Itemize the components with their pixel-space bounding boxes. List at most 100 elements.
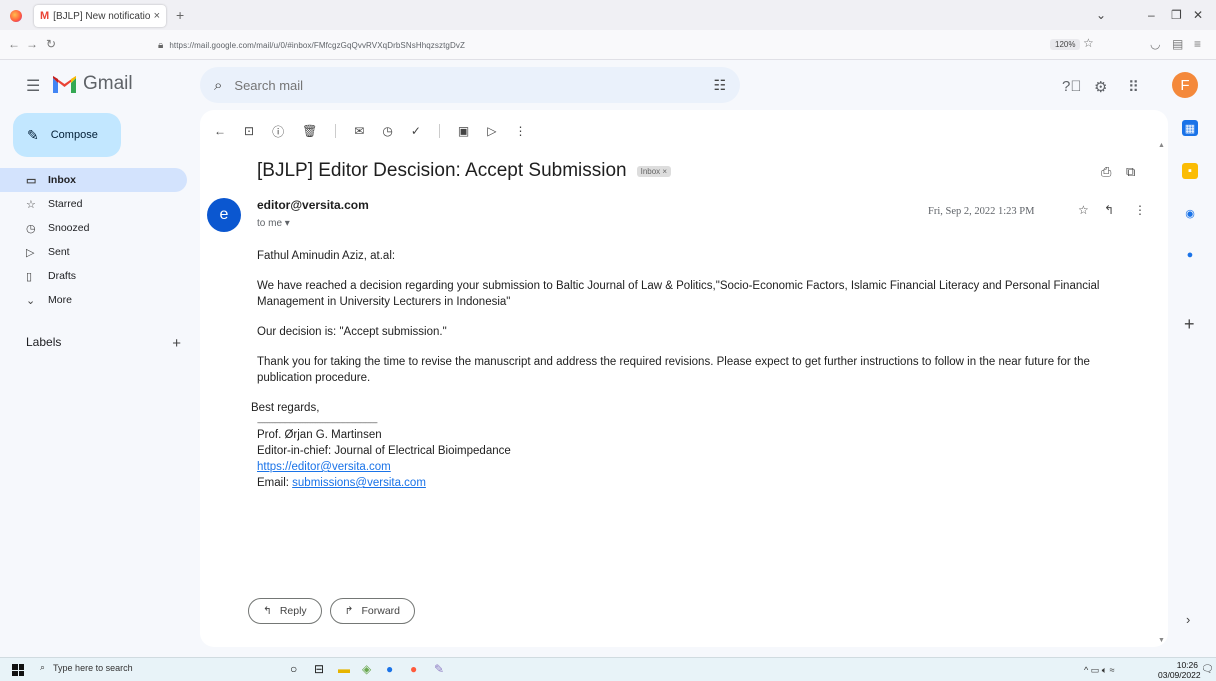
extensions-icon[interactable]: ▤ [1172, 37, 1183, 51]
signature-email-link[interactable]: submissions@versita.com [292, 477, 426, 489]
gmail-logo[interactable]: Gmail [52, 73, 133, 95]
label-tag-icon[interactable]: ▷ [487, 124, 496, 138]
star-message-icon[interactable]: ☆ [1078, 203, 1089, 217]
sidebar-item-label: More [48, 294, 72, 306]
move-to-folder-icon[interactable]: ▣ [458, 124, 469, 138]
message-more-icon[interactable]: ⋮ [1134, 203, 1146, 217]
sidebar-item-drafts[interactable]: ▯ Drafts [0, 264, 190, 288]
scroll-up-icon[interactable]: ▲ [1158, 142, 1165, 149]
delete-trash-icon[interactable]: 🗑︎ [302, 124, 317, 138]
firefox-taskbar-icon[interactable]: ● [410, 662, 417, 676]
recipient-details[interactable]: to me ▾ [257, 218, 290, 229]
taskbar-search[interactable]: ⌕ Type here to search [40, 662, 133, 673]
message-toolbar: ← ⊡ ⓘ 🗑︎ ✉︎ ◷ ✓ ▣ ▷ ⋮ [214, 120, 527, 142]
snooze-clock-icon[interactable]: ◷ [382, 124, 392, 138]
add-to-tasks-icon[interactable]: ✓ [411, 124, 421, 138]
side-panel-toggle-icon[interactable]: › [1186, 612, 1190, 627]
new-tab-button[interactable]: + [176, 7, 184, 23]
star-icon: ☆ [26, 198, 36, 211]
browser-nav-bar: ← → ↻ 🔒︎ https://mail.google.com/mail/u/… [0, 30, 1216, 60]
body-paragraph: We have reached a decision regarding you… [257, 280, 1100, 308]
compose-button[interactable]: ✎ Compose [13, 113, 121, 157]
firefox-icon[interactable] [10, 10, 22, 22]
search-options-icon[interactable]: ☷ [713, 77, 726, 94]
back-to-inbox-icon[interactable]: ← [214, 124, 226, 138]
print-icon[interactable]: ⎙ [1101, 164, 1111, 180]
calendar-icon[interactable]: ▦ [1182, 120, 1198, 136]
minimize-icon[interactable]: – [1148, 8, 1155, 22]
sidebar-item-more[interactable]: ⌄ More [0, 288, 190, 312]
address-bar[interactable]: 🔒︎ https://mail.google.com/mail/u/0/#inb… [150, 34, 1030, 56]
reload-icon[interactable]: ↻ [46, 37, 56, 51]
restore-icon[interactable]: ❐ [1171, 8, 1182, 22]
sidebar-item-label: Inbox [48, 174, 76, 186]
tab-list-chevron-icon[interactable]: ⌄ [1096, 8, 1106, 22]
sidebar-item-sent[interactable]: ▷ Sent [0, 240, 190, 264]
mark-unread-icon[interactable]: ✉︎ [354, 124, 364, 138]
message-scrollbar[interactable]: ▲ ▼ [1158, 142, 1166, 647]
pencil-icon: ✎ [27, 126, 39, 143]
message-panel: ← ⊡ ⓘ 🗑︎ ✉︎ ◷ ✓ ▣ ▷ ⋮ [BJLP] Editor Desc… [200, 110, 1168, 647]
paint-app-icon[interactable]: ✎ [434, 662, 444, 676]
sidebar-nav: ▭ Inbox ☆ Starred ◷ Snoozed ▷ Sent ▯ Dra… [0, 168, 190, 312]
open-new-window-icon[interactable]: ⧉ [1126, 164, 1135, 180]
gmail-wordmark: Gmail [83, 73, 133, 94]
reply-button[interactable]: ↰ Reply [248, 598, 322, 624]
taskbar-clock[interactable]: 10:26 03/09/2022 [1158, 660, 1201, 680]
clock-date: 03/09/2022 [1158, 670, 1201, 680]
signature: ----------------------------------------… [257, 419, 1137, 491]
report-spam-icon[interactable]: ⓘ [272, 123, 284, 140]
search-icon[interactable]: ⌕ [214, 77, 222, 94]
browser-tab-bar: M [BJLP] New notification × + ⌄ – ❐ ✕ [0, 0, 1216, 30]
zoom-level[interactable]: 120% [1050, 39, 1081, 50]
settings-gear-icon[interactable]: ⚙ [1094, 78, 1107, 96]
close-window-icon[interactable]: ✕ [1193, 8, 1203, 22]
more-options-icon[interactable]: ⋮ [515, 124, 527, 138]
system-tray-icons[interactable]: ^ ▭ 🔈︎ ≈ [1084, 665, 1115, 676]
sidebar-item-inbox[interactable]: ▭ Inbox [0, 168, 187, 192]
gmail-favicon-icon: M [40, 10, 50, 22]
compose-label: Compose [50, 129, 98, 141]
sidebar-item-starred[interactable]: ☆ Starred [0, 192, 190, 216]
reply-actions: ↰ Reply ↱ Forward [248, 598, 415, 624]
add-label-button[interactable]: + [172, 335, 181, 352]
search-bar: ⌕ ☷ [200, 67, 740, 103]
labels-heading: Labels [26, 335, 62, 349]
reply-arrow-icon: ↰ [263, 605, 272, 617]
help-icon[interactable]: ?⃝ [1062, 78, 1082, 95]
sidebar-item-snoozed[interactable]: ◷ Snoozed [0, 216, 190, 240]
cortana-icon[interactable]: ○ [290, 662, 297, 676]
account-avatar[interactable]: F [1172, 72, 1198, 98]
scroll-down-icon[interactable]: ▼ [1158, 637, 1165, 644]
apps-grid-icon[interactable]: ⠿ [1128, 78, 1139, 96]
get-addons-icon[interactable]: + [1184, 314, 1195, 335]
back-arrow-icon[interactable]: ← [8, 37, 20, 51]
signature-link[interactable]: https://editor@versita.com [257, 461, 391, 473]
main-menu-icon[interactable]: ☰ [26, 76, 40, 96]
task-view-icon[interactable]: ⊟ [314, 662, 324, 676]
menu-icon[interactable]: ≡ [1194, 37, 1201, 51]
notification-center-icon[interactable]: 🗨︎ [1201, 664, 1214, 675]
app-icon[interactable]: ◈ [362, 662, 371, 676]
email-body: Fathul Aminudin Aziz, at.al: We have rea… [251, 248, 1137, 491]
pocket-icon[interactable]: ◡ [1150, 37, 1160, 51]
sender-address[interactable]: editor@versita.com [257, 198, 369, 212]
tab-close-icon[interactable]: × [154, 10, 160, 22]
windows-start-icon[interactable] [12, 664, 24, 676]
keep-icon[interactable]: ▪ [1182, 163, 1198, 179]
file-explorer-icon[interactable]: ▬ [338, 662, 350, 676]
reply-label: Reply [279, 605, 307, 617]
forward-button[interactable]: ↱ Forward [329, 598, 415, 624]
forward-arrow-icon[interactable]: → [26, 37, 38, 51]
tasks-icon[interactable]: ◉ [1182, 205, 1198, 221]
archive-icon[interactable]: ⊡ [244, 124, 254, 138]
body-paragraph: Thank you for taking the time to revise … [257, 356, 1090, 384]
search-input[interactable] [234, 77, 714, 93]
inbox-label-chip[interactable]: Inbox × [636, 165, 672, 177]
bookmark-star-icon[interactable]: ☆ [1083, 36, 1094, 50]
browser-tab[interactable]: M [BJLP] New notification × [34, 5, 166, 27]
contacts-icon[interactable]: ● [1182, 247, 1198, 263]
reply-icon[interactable]: ↰ [1104, 203, 1114, 217]
taskbar-search-placeholder: Type here to search [53, 662, 133, 673]
zoom-app-icon[interactable]: ● [386, 662, 393, 676]
